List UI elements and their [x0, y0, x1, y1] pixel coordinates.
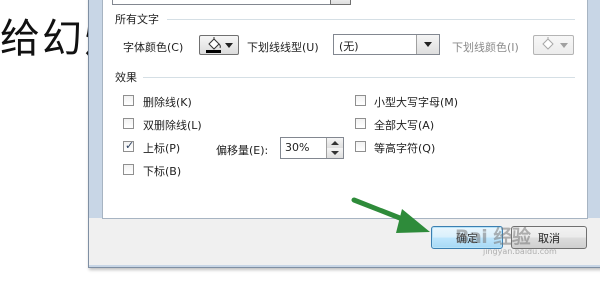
- underline-style-label: 下划线线型(U): [247, 41, 319, 54]
- spin-down-button[interactable]: [326, 148, 343, 158]
- chevron-down-icon: [424, 42, 432, 47]
- all-caps-label[interactable]: 全部大写(A): [374, 117, 434, 133]
- underline-style-select[interactable]: (无): [333, 34, 440, 55]
- superscript-checkbox[interactable]: ✓: [123, 139, 135, 152]
- offset-value: 30%: [285, 141, 310, 154]
- font-color-button[interactable]: [199, 35, 239, 55]
- underline-color-button[interactable]: [533, 35, 574, 55]
- font-size-field[interactable]: [112, 0, 332, 5]
- double-strikethrough-label[interactable]: 双删除线(L): [143, 117, 202, 133]
- equalize-height-checkbox[interactable]: [355, 141, 366, 152]
- font-color-label: 字体颜色(C): [123, 41, 184, 54]
- watermark-url: jingyan.baidu.com: [483, 247, 557, 256]
- section-all-text-divider: [167, 19, 575, 20]
- checkmark-icon: ✓: [125, 139, 135, 152]
- chevron-down-icon: [225, 43, 233, 48]
- strikethrough-label[interactable]: 删除线(K): [143, 94, 192, 110]
- underline-style-dropdown-button[interactable]: [416, 35, 439, 54]
- chevron-down-icon: [560, 43, 568, 48]
- underline-color-label: 下划线颜色(I): [452, 41, 519, 54]
- small-caps-label[interactable]: 小型大写字母(M): [374, 94, 458, 110]
- section-effects-label: 效果: [115, 71, 137, 84]
- double-strikethrough-checkbox[interactable]: [123, 118, 134, 129]
- watermark-brand: Bai 经验: [455, 226, 531, 248]
- font-color-swatch: [206, 50, 221, 53]
- pointer-arrow-icon: [351, 197, 430, 233]
- font-size-dropdown-button[interactable]: [330, 0, 351, 5]
- section-effects-divider: [143, 77, 575, 78]
- offset-label: 偏移量(E):: [216, 144, 269, 157]
- all-caps-checkbox[interactable]: [355, 118, 366, 129]
- offset-spinner[interactable]: 30%: [280, 137, 344, 159]
- paint-bucket-icon: [542, 37, 554, 50]
- watermark-logo: Bai 经验 jingyan.baidu.com: [455, 222, 557, 256]
- underline-style-value: (无): [339, 40, 359, 53]
- small-caps-checkbox[interactable]: [355, 95, 366, 106]
- superscript-label[interactable]: 上标(P): [143, 140, 180, 156]
- strikethrough-checkbox[interactable]: [123, 95, 134, 106]
- subscript-label[interactable]: 下标(B): [143, 163, 181, 179]
- section-all-text-label: 所有文字: [115, 13, 159, 26]
- subscript-checkbox[interactable]: [123, 164, 134, 175]
- equalize-height-label[interactable]: 等高字符(Q): [374, 140, 435, 156]
